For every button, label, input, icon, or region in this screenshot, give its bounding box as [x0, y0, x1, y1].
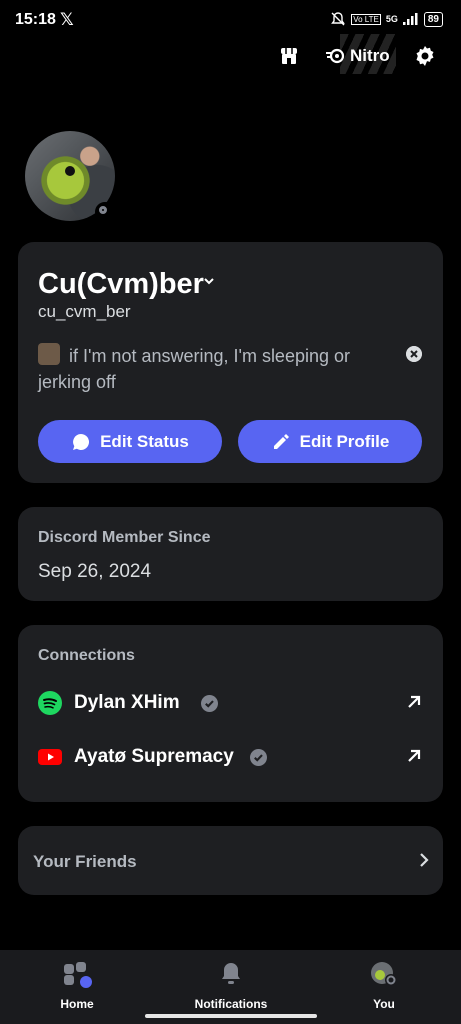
speech-bubble-icon — [73, 433, 90, 450]
pencil-icon — [273, 433, 289, 449]
youtube-icon — [38, 749, 62, 765]
external-link-arrow-icon[interactable] — [405, 747, 423, 765]
nitro-icon — [326, 48, 345, 64]
connection-row-youtube[interactable]: Ayatø Supremacy — [38, 742, 423, 772]
profile-card: Cu(Cvm)ber cu_cvm_ber if I'm not answeri… — [18, 242, 443, 483]
username: cu_cvm_ber — [38, 302, 131, 321]
nav-notifications-label: Notifications — [194, 997, 268, 1011]
volte-icon: Vo LTE — [351, 13, 381, 25]
member-since-label: Discord Member Since — [38, 529, 211, 546]
bottom-navigation: Home Notifications You — [0, 950, 461, 1024]
signal-icon — [402, 13, 418, 25]
display-name[interactable]: Cu(Cvm)ber — [38, 268, 204, 301]
top-bar: Nitro — [0, 34, 461, 74]
edit-status-button[interactable]: Edit Status — [38, 420, 222, 463]
spotify-icon — [38, 691, 62, 715]
clock: 15:18 — [15, 11, 56, 28]
shop-icon[interactable] — [277, 44, 301, 68]
nitro-button[interactable]: Nitro — [326, 46, 390, 66]
status-icons: Vo LTE 5G 89 — [330, 11, 443, 27]
battery-indicator: 89 — [423, 11, 443, 27]
nitro-label: Nitro — [350, 46, 390, 65]
verified-badge-icon — [201, 695, 218, 712]
external-link-arrow-icon[interactable] — [405, 693, 423, 711]
chevron-down-icon[interactable] — [202, 274, 216, 288]
connections-card: Connections Dylan XHim Ayatø Supremacy — [18, 625, 443, 802]
connections-label: Connections — [38, 647, 135, 664]
avatar-frog-eye — [65, 166, 75, 176]
nav-you-label: You — [373, 997, 395, 1011]
member-since-date: Sep 26, 2024 — [38, 561, 152, 582]
clear-status-icon[interactable] — [406, 346, 422, 362]
verified-badge-icon — [250, 749, 267, 766]
member-since-card: Discord Member Since Sep 26, 2024 — [18, 507, 443, 601]
home-servers-icon — [64, 962, 92, 988]
mute-bell-icon — [331, 12, 346, 26]
x-app-icon: 𝕏 — [60, 10, 74, 29]
nav-notifications[interactable]: Notifications — [181, 960, 281, 1011]
connection-name: Dylan XHim — [74, 692, 180, 713]
custom-status-text[interactable]: if I'm not answering, I'm sleeping or je… — [38, 343, 368, 395]
edit-profile-label: Edit Profile — [299, 431, 390, 451]
chevron-right-icon — [420, 853, 429, 867]
edit-profile-button[interactable]: Edit Profile — [238, 420, 422, 463]
your-friends-label: Your Friends — [33, 852, 137, 871]
settings-gear-icon[interactable] — [413, 44, 437, 68]
nav-home-label: Home — [60, 997, 94, 1011]
connection-row-spotify[interactable]: Dylan XHim — [38, 688, 423, 718]
gesture-home-bar — [145, 1014, 317, 1018]
you-avatar-icon — [371, 962, 397, 986]
nav-you[interactable]: You — [334, 960, 434, 1011]
bell-icon — [222, 963, 240, 984]
your-friends-button[interactable]: Your Friends — [18, 826, 443, 895]
edit-status-label: Edit Status — [100, 431, 189, 451]
connection-name: Ayatø Supremacy — [74, 746, 234, 767]
offline-status-indicator — [95, 202, 115, 222]
network-type: 5G — [385, 14, 398, 24]
nav-home[interactable]: Home — [27, 960, 127, 1011]
